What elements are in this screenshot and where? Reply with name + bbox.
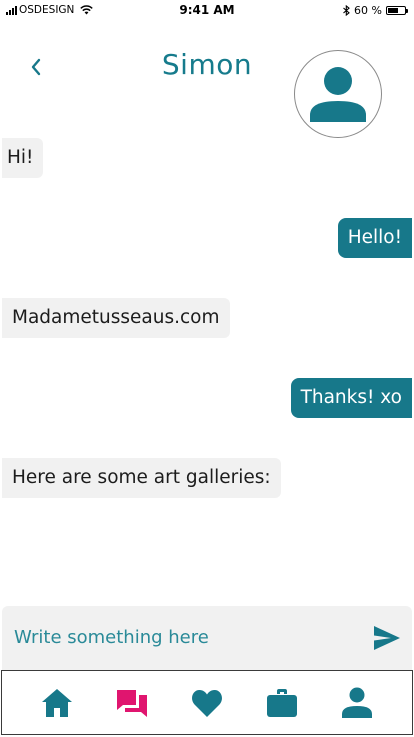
send-icon xyxy=(374,626,400,650)
chat-icon xyxy=(117,689,148,717)
profile-icon xyxy=(341,687,372,718)
message-input[interactable] xyxy=(12,620,362,654)
status-bar: OSDESIGN 9:41 AM 60 % xyxy=(0,0,414,20)
tab-messages[interactable] xyxy=(112,683,152,723)
chat-title: Simon xyxy=(161,48,253,81)
message-incoming: Madametusseaus.com xyxy=(2,298,230,338)
tab-home[interactable] xyxy=(37,683,77,723)
bluetooth-icon xyxy=(343,5,350,16)
person-icon xyxy=(310,67,366,122)
message-incoming: Here are some art galleries: xyxy=(2,458,281,498)
chevron-left-icon xyxy=(31,58,41,76)
battery-icon xyxy=(386,6,408,15)
tab-work[interactable] xyxy=(262,683,302,723)
home-icon xyxy=(42,688,73,717)
tab-profile[interactable] xyxy=(337,683,377,723)
heart-icon xyxy=(192,689,222,717)
message-composer xyxy=(2,606,412,670)
message-outgoing: Thanks! xo xyxy=(290,378,412,418)
tab-favorites[interactable] xyxy=(187,683,227,723)
message-outgoing: Hello! xyxy=(337,218,412,258)
avatar[interactable] xyxy=(294,50,382,138)
battery-percent: 60 % xyxy=(354,4,382,17)
status-right: 60 % xyxy=(343,4,408,17)
send-button[interactable] xyxy=(372,624,402,652)
chat-screen: OSDESIGN 9:41 AM 60 % Simon Hi! Hello! M… xyxy=(0,0,414,737)
message-incoming: Hi! xyxy=(2,138,44,178)
battery-level xyxy=(388,8,398,13)
tab-bar xyxy=(1,670,413,735)
back-button[interactable] xyxy=(22,52,50,82)
briefcase-icon xyxy=(266,688,297,717)
